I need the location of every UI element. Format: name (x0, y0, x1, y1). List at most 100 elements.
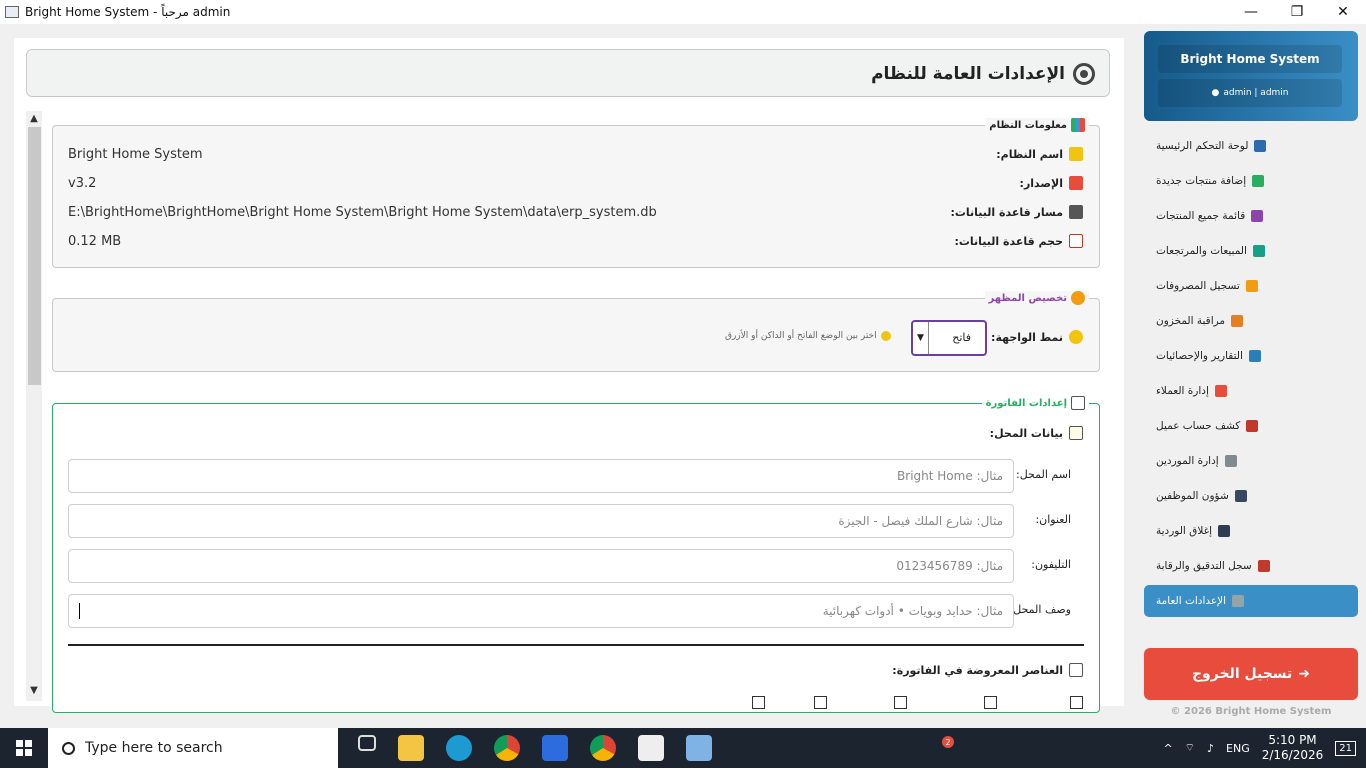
element-checkbox[interactable] (984, 696, 997, 709)
appearance-legend: تخصيص المظهر (988, 292, 1067, 304)
tag-icon (1069, 147, 1083, 161)
invoice-settings-group: إعدادات الفاتورة بيانات المحل: اسم المحل… (52, 396, 1100, 713)
file-explorer-icon[interactable] (398, 735, 424, 761)
sidebar-item-icon (1246, 420, 1259, 432)
sidebar-item[interactable]: إدارة العملاء (1144, 375, 1358, 407)
description-label: وصف المحل: (1009, 603, 1071, 616)
sidebar-item-icon (1234, 490, 1247, 502)
sidebar-item[interactable]: لوحة التحكم الرئيسية (1144, 130, 1358, 162)
scroll-down-arrow[interactable]: ▼ (26, 685, 42, 699)
sidebar-item[interactable]: قائمة جميع المنتجات (1144, 200, 1358, 232)
clipboard-icon (1069, 663, 1083, 677)
sidebar-item-label: لوحة التحكم الرئيسية (1156, 140, 1249, 152)
db-size-value: 0.12 MB (68, 234, 122, 249)
element-checkbox[interactable] (814, 696, 827, 709)
sidebar-item-label: الإعدادات العامة (1156, 595, 1227, 607)
sidebar-item-icon (1214, 385, 1227, 397)
sidebar-item[interactable]: إغلاق الوردية (1144, 515, 1358, 547)
sidebar-item[interactable]: شؤون الموظفين (1144, 480, 1358, 512)
edge-icon[interactable] (446, 735, 472, 761)
sidebar-item-label: مراقبة المخزون (1156, 315, 1226, 327)
search-placeholder: Type here to search (85, 740, 223, 756)
address-input[interactable]: مثال: شارع الملك فيصل - الجيزة (68, 504, 1014, 538)
scroll-up-arrow[interactable]: ▲ (26, 113, 42, 127)
user-icon: ● (1211, 88, 1220, 98)
sidebar-item[interactable]: الإعدادات العامة (1144, 585, 1358, 617)
app-a-icon[interactable] (542, 735, 568, 761)
brand-card: Bright Home System ● admin | admin (1144, 31, 1358, 121)
system-name-value: Bright Home System (68, 147, 203, 162)
sidebar-item-icon (1251, 210, 1264, 222)
network-icon[interactable]: ⌔ (1185, 741, 1195, 755)
sidebar-item-label: تسجيل المصروفات (1156, 280, 1240, 292)
moon-icon (1069, 330, 1083, 344)
description-input[interactable]: مثال: حدايد وبويات • أدوات كهربائية (68, 594, 1014, 628)
title-bar: Bright Home System - مرحباً admin — ❐ ✕ (0, 0, 1366, 24)
page-header: الإعدادات العامة للنظام (26, 49, 1110, 97)
system-info-group: معلومات النظام اسم النظام: Bright Home S… (52, 118, 1100, 268)
theme-hint: اختر بين الوضع الفاتح أو الداكن أو الأزر… (725, 331, 877, 341)
sidebar-item-icon (1252, 175, 1265, 187)
start-button[interactable] (0, 728, 48, 768)
sidebar-item[interactable]: التقارير والإحصائيات (1144, 340, 1358, 372)
sidebar-item-label: قائمة جميع المنتجات (1156, 210, 1246, 222)
scroll-thumb[interactable] (28, 127, 41, 385)
sidebar-item-icon (1218, 525, 1230, 537)
vertical-scrollbar[interactable]: ▲ ▼ (26, 111, 42, 701)
minimize-button[interactable]: — (1228, 0, 1274, 24)
sidebar-item-label: إدارة العملاء (1156, 385, 1209, 397)
chrome-profile-icon[interactable] (590, 735, 616, 761)
sidebar-item[interactable]: سجل التدقيق والرقابة (1144, 550, 1358, 582)
window-title: Bright Home System - مرحباً admin (25, 5, 231, 19)
sidebar-item[interactable]: إدارة الموردين (1144, 445, 1358, 477)
sidebar-item-icon (1245, 280, 1258, 292)
chevron-up-icon[interactable]: ^ (1163, 742, 1172, 755)
divider (68, 644, 1084, 646)
db-path-label: مسار قاعدة البيانات: (950, 205, 1063, 219)
floppy-disk-icon (1069, 205, 1083, 219)
phone-input[interactable]: مثال: 0123456789 (68, 549, 1014, 583)
theme-select[interactable]: ▼ فاتح (911, 320, 987, 356)
system-name-label: اسم النظام: (996, 147, 1063, 161)
sidebar-item-label: كشف حساب عميل (1156, 420, 1241, 432)
notifications-icon[interactable]: 21 (1335, 740, 1356, 756)
chrome-icon[interactable] (494, 735, 520, 761)
shop-section-title: بيانات المحل: (989, 426, 1063, 440)
element-checkbox[interactable] (752, 696, 765, 709)
sidebar-item[interactable]: إضافة منتجات جديدة (1144, 165, 1358, 197)
sidebar-item-icon (1232, 595, 1245, 607)
chevron-down-icon[interactable]: ▼ (913, 322, 929, 354)
notification-badge: 2 (942, 736, 954, 748)
sidebar-item[interactable]: مراقبة المخزون (1144, 305, 1358, 337)
text-cursor (79, 603, 80, 619)
element-checkbox[interactable] (1070, 696, 1083, 709)
brand-name: Bright Home System (1158, 45, 1342, 73)
invoice-elements-title: العناصر المعروضة في الفاتورة: (892, 663, 1063, 677)
element-checkbox[interactable] (894, 696, 907, 709)
sidebar-item[interactable]: تسجيل المصروفات (1144, 270, 1358, 302)
sidebar-item-icon (1252, 245, 1265, 257)
logout-button[interactable]: ➜ تسجيل الخروج (1144, 648, 1358, 700)
task-view-icon[interactable] (358, 735, 376, 751)
address-placeholder: مثال: شارع الملك فيصل - الجيزة (838, 514, 1003, 528)
sidebar-item-icon (1224, 455, 1237, 467)
sidebar-item[interactable]: كشف حساب عميل (1144, 410, 1358, 442)
current-user: admin | admin (1223, 88, 1289, 98)
app-icon (5, 6, 19, 18)
paint-icon[interactable] (686, 735, 712, 761)
shop-name-input[interactable]: مثال: Bright Home (68, 459, 1014, 493)
sidebar-item-icon (1257, 560, 1270, 572)
language-indicator[interactable]: ENG (1226, 742, 1250, 755)
close-button[interactable]: ✕ (1320, 0, 1366, 24)
clock[interactable]: 5:10 PM 2/16/2026 (1262, 733, 1324, 763)
lightbulb-icon (880, 331, 891, 341)
volume-icon[interactable]: ♪ (1207, 742, 1214, 755)
taskbar-search[interactable]: Type here to search (48, 728, 338, 768)
sidebar-item[interactable]: المبيعات والمرتجعات (1144, 235, 1358, 267)
app-window-icon[interactable] (638, 735, 664, 761)
theme-label: نمط الواجهة: (991, 330, 1063, 344)
shop-name-placeholder: مثال: Bright Home (897, 469, 1003, 483)
trend-chart-icon (1069, 234, 1083, 248)
maximize-button[interactable]: ❐ (1274, 0, 1320, 24)
clock-time: 5:10 PM (1268, 733, 1317, 747)
